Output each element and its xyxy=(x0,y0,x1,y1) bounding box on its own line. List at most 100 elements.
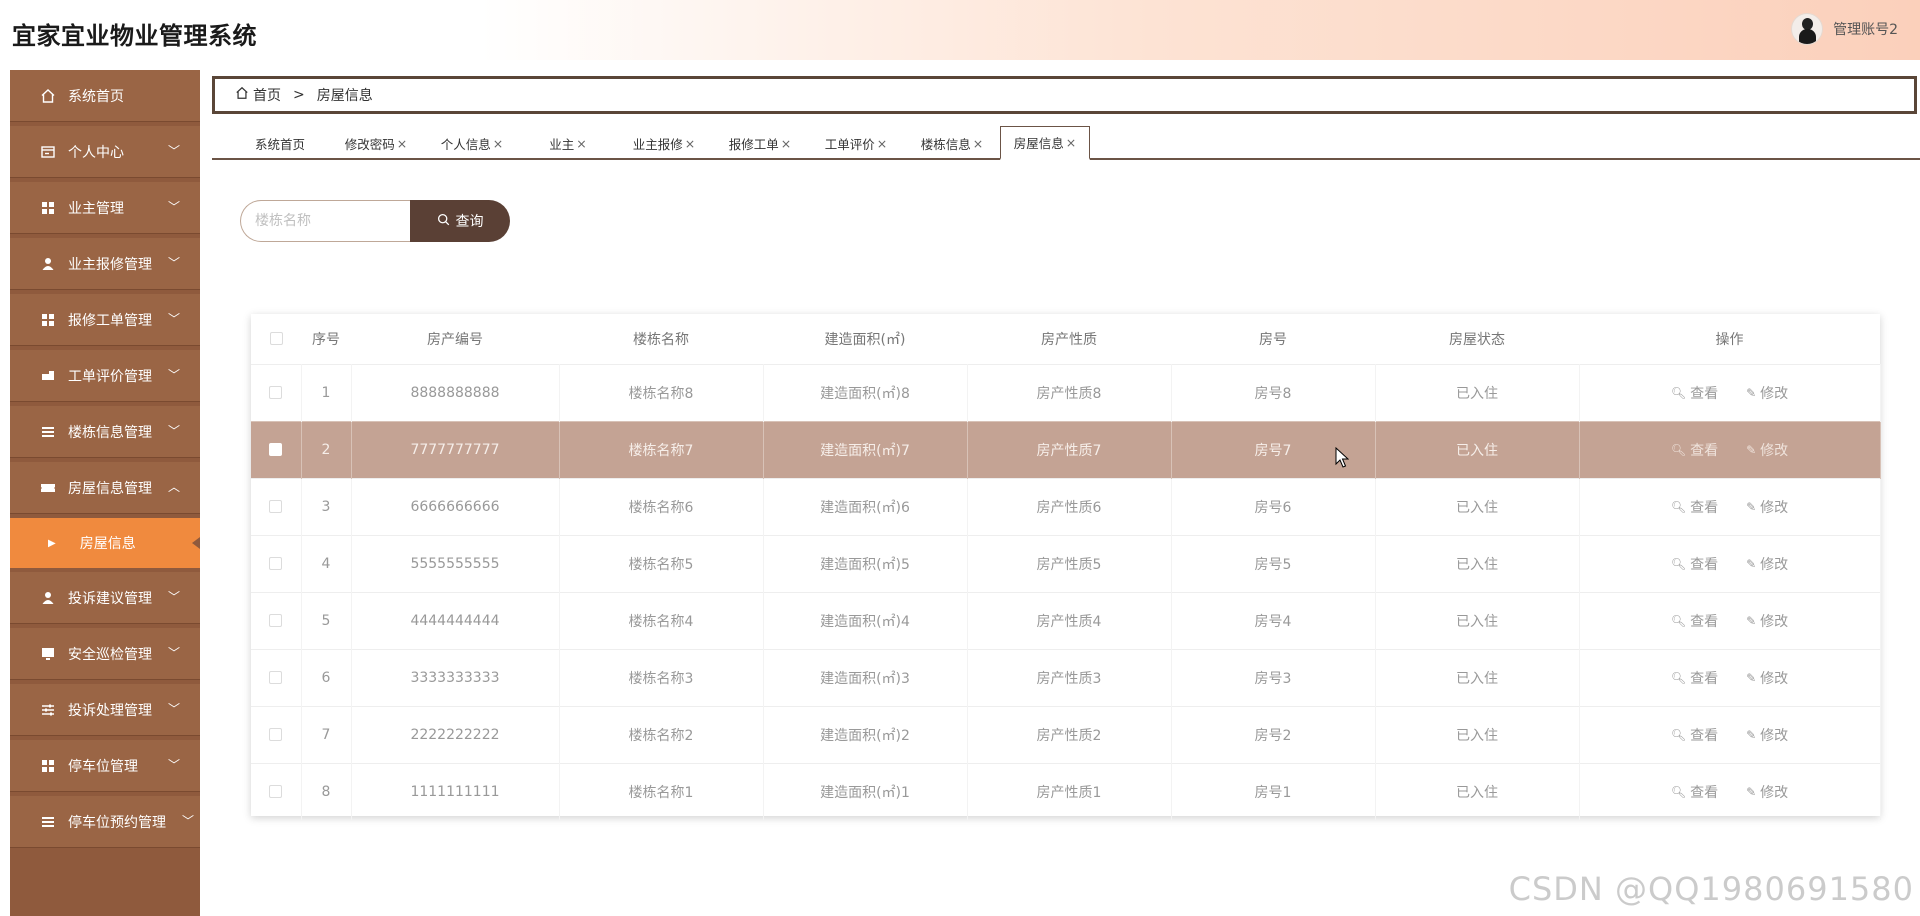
edit-button[interactable]: ✎ 修改 xyxy=(1746,668,1788,688)
table-cell: 7777777777 xyxy=(351,420,560,478)
sidebar-item-house-management[interactable]: 房屋信息管理 ︿ xyxy=(10,462,200,514)
pencil-icon: ✎ xyxy=(1746,727,1757,742)
search-icon: 🔍︎ xyxy=(1670,613,1687,628)
table-row[interactable]: 3 6666666666 楼栋名称6 建造面积(㎡)6 房产性质6 房号6 已入住 🔍︎ 查看 ✎… xyxy=(251,477,1881,535)
table-row[interactable]: 4 5555555555 楼栋名称5 建造面积(㎡)5 房产性质5 房号5 已入住 🔍︎ 查看 ✎… xyxy=(251,534,1881,592)
house-info-table: 序号 房产编号 楼栋名称 建造面积(㎡) 房产性质 房号 房屋状态 操作 1 88… xyxy=(251,314,1881,820)
column-header: 房号 xyxy=(1259,331,1287,348)
tab-change-password[interactable]: 修改密码 × xyxy=(338,126,414,160)
sidebar-item-home[interactable]: 系统首页 xyxy=(10,70,200,122)
sidebar-item-evaluation-management[interactable]: 工单评价管理 ﹀ xyxy=(10,350,200,402)
edit-button[interactable]: ✎ 修改 xyxy=(1746,440,1788,460)
sidebar-item-personal-center[interactable]: 个人中心 ﹀ xyxy=(10,126,200,178)
row-checkbox[interactable] xyxy=(269,728,283,741)
row-select-cell[interactable] xyxy=(251,762,302,820)
sidebar-item-repair-management[interactable]: 业主报修管理 ﹀ xyxy=(10,238,200,290)
mouse-cursor-icon xyxy=(1335,447,1349,468)
select-all-checkbox[interactable] xyxy=(269,332,283,346)
sidebar-item-owner-management[interactable]: 业主管理 ﹀ xyxy=(10,182,200,234)
row-checkbox[interactable] xyxy=(269,671,283,684)
close-icon[interactable]: × xyxy=(397,136,407,151)
edit-label: 修改 xyxy=(1760,784,1789,801)
view-button[interactable]: 🔍︎ 查看 xyxy=(1671,554,1718,574)
tab-building-info[interactable]: 楼栋信息 × xyxy=(914,126,990,160)
row-checkbox[interactable] xyxy=(269,386,283,399)
row-select-cell[interactable] xyxy=(251,648,302,706)
row-checkbox[interactable] xyxy=(269,785,283,799)
close-icon[interactable]: × xyxy=(685,136,695,151)
close-icon[interactable]: × xyxy=(576,136,586,151)
sidebar-item-complaint-management[interactable]: 投诉建议管理 ﹀ xyxy=(10,572,200,624)
sidebar-subitem-house-info[interactable]: ▶ 房屋信息 xyxy=(10,518,200,568)
table-header-row: 序号 房产编号 楼栋名称 建造面积(㎡) 房产性质 房号 房屋状态 操作 xyxy=(251,314,1880,364)
row-select-cell[interactable] xyxy=(251,420,302,478)
row-select-cell[interactable] xyxy=(251,705,302,763)
select-all-header[interactable] xyxy=(251,314,301,364)
row-select-cell[interactable] xyxy=(251,477,302,535)
row-checkbox[interactable] xyxy=(269,614,283,627)
view-button[interactable]: 🔍︎ 查看 xyxy=(1671,725,1718,745)
edit-button[interactable]: ✎ 修改 xyxy=(1746,611,1788,631)
view-button[interactable]: 🔍︎ 查看 xyxy=(1671,497,1718,517)
sidebar-item-work-order-management[interactable]: 报修工单管理 ﹀ xyxy=(10,294,200,346)
tab-system-home[interactable]: 系统首页 xyxy=(242,126,318,160)
card-icon xyxy=(40,144,56,160)
close-icon[interactable]: × xyxy=(973,136,983,151)
tab-label: 修改密码 xyxy=(344,136,395,152)
row-select-cell[interactable] xyxy=(251,363,302,421)
view-button[interactable]: 🔍︎ 查看 xyxy=(1671,383,1718,403)
sidebar-item-parking-management[interactable]: 停车位管理 ﹀ xyxy=(10,740,200,792)
sidebar-item-parking-reservation[interactable]: 停车位预约管理 ﹀ xyxy=(10,796,200,848)
close-icon[interactable]: × xyxy=(493,136,503,151)
table-row[interactable]: 5 4444444444 楼栋名称4 建造面积(㎡)4 房产性质4 房号4 已入住 🔍︎ 查看 ✎… xyxy=(251,591,1881,649)
table-row[interactable]: 1 8888888888 楼栋名称8 建造面积(㎡)8 房产性质8 房号8 已入住 🔍︎ 查看 ✎… xyxy=(251,363,1881,421)
tab-repair-order[interactable]: 报修工单 × xyxy=(722,126,798,160)
avatar[interactable] xyxy=(1791,13,1824,45)
table-cell: 房产性质6 xyxy=(967,477,1172,535)
edit-button[interactable]: ✎ 修改 xyxy=(1746,497,1788,517)
user-name[interactable]: 管理账号2 xyxy=(1833,19,1898,39)
tab-owner[interactable]: 业主 × xyxy=(530,126,606,160)
view-button[interactable]: 🔍︎ 查看 xyxy=(1671,611,1718,631)
actions-cell: 🔍︎ 查看 ✎ 修改 xyxy=(1579,477,1881,535)
actions-cell: 🔍︎ 查看 ✎ 修改 xyxy=(1579,363,1881,421)
tab-house-info[interactable]: 房屋信息 × xyxy=(1000,126,1090,160)
view-button[interactable]: 🔍︎ 查看 xyxy=(1671,440,1718,460)
table-cell: 已入住 xyxy=(1375,648,1580,706)
view-label: 查看 xyxy=(1690,499,1719,516)
building-name-search-input[interactable] xyxy=(240,200,410,242)
column-header: 序号 xyxy=(312,331,340,348)
table-row[interactable]: 2 7777777777 楼栋名称7 建造面积(㎡)7 房产性质7 房号7 已入住 🔍︎ 查看 ✎… xyxy=(251,420,1881,478)
edit-button[interactable]: ✎ 修改 xyxy=(1746,782,1788,802)
chevron-down-icon: ﹀ xyxy=(167,590,180,604)
table-row[interactable]: 8 1111111111 楼栋名称1 建造面积(㎡)1 房产性质1 房号1 已入住 🔍︎ 查看 ✎… xyxy=(251,762,1881,820)
row-checkbox[interactable] xyxy=(269,443,283,456)
tab-personal-info[interactable]: 个人信息 × xyxy=(434,126,510,160)
breadcrumb-home-link[interactable]: 首页 xyxy=(253,85,281,105)
column-header: 楼栋名称 xyxy=(633,331,689,348)
table-cell: 建造面积(㎡)7 xyxy=(763,420,968,478)
edit-button[interactable]: ✎ 修改 xyxy=(1746,725,1788,745)
user-menu[interactable]: 管理账号2 xyxy=(1791,13,1898,45)
grid-icon xyxy=(40,200,56,216)
table-row[interactable]: 6 3333333333 楼栋名称3 建造面积(㎡)3 房产性质3 房号3 已入住 🔍︎ 查看 ✎… xyxy=(251,648,1881,706)
row-select-cell[interactable] xyxy=(251,591,302,649)
row-checkbox[interactable] xyxy=(269,500,283,513)
close-icon[interactable]: × xyxy=(781,136,791,151)
tab-owner-repair[interactable]: 业主报修 × xyxy=(626,126,702,160)
view-button[interactable]: 🔍︎ 查看 xyxy=(1671,782,1718,802)
search-bar: 查询 xyxy=(240,200,510,242)
sidebar-item-complaint-handling[interactable]: 投诉处理管理 ﹀ xyxy=(10,684,200,736)
edit-button[interactable]: ✎ 修改 xyxy=(1746,554,1788,574)
close-icon[interactable]: × xyxy=(877,136,887,151)
search-button[interactable]: 查询 xyxy=(410,200,510,242)
table-row[interactable]: 7 2222222222 楼栋名称2 建造面积(㎡)2 房产性质2 房号2 已入住 🔍︎ 查看 ✎… xyxy=(251,705,1881,763)
close-icon[interactable]: × xyxy=(1066,135,1076,150)
tab-order-evaluation[interactable]: 工单评价 × xyxy=(818,126,894,160)
edit-button[interactable]: ✎ 修改 xyxy=(1746,383,1788,403)
row-select-cell[interactable] xyxy=(251,534,302,592)
row-checkbox[interactable] xyxy=(269,557,283,570)
view-button[interactable]: 🔍︎ 查看 xyxy=(1671,668,1718,688)
sidebar-item-inspection-management[interactable]: 安全巡检管理 ﹀ xyxy=(10,628,200,680)
sidebar-item-building-management[interactable]: 楼栋信息管理 ﹀ xyxy=(10,406,200,458)
